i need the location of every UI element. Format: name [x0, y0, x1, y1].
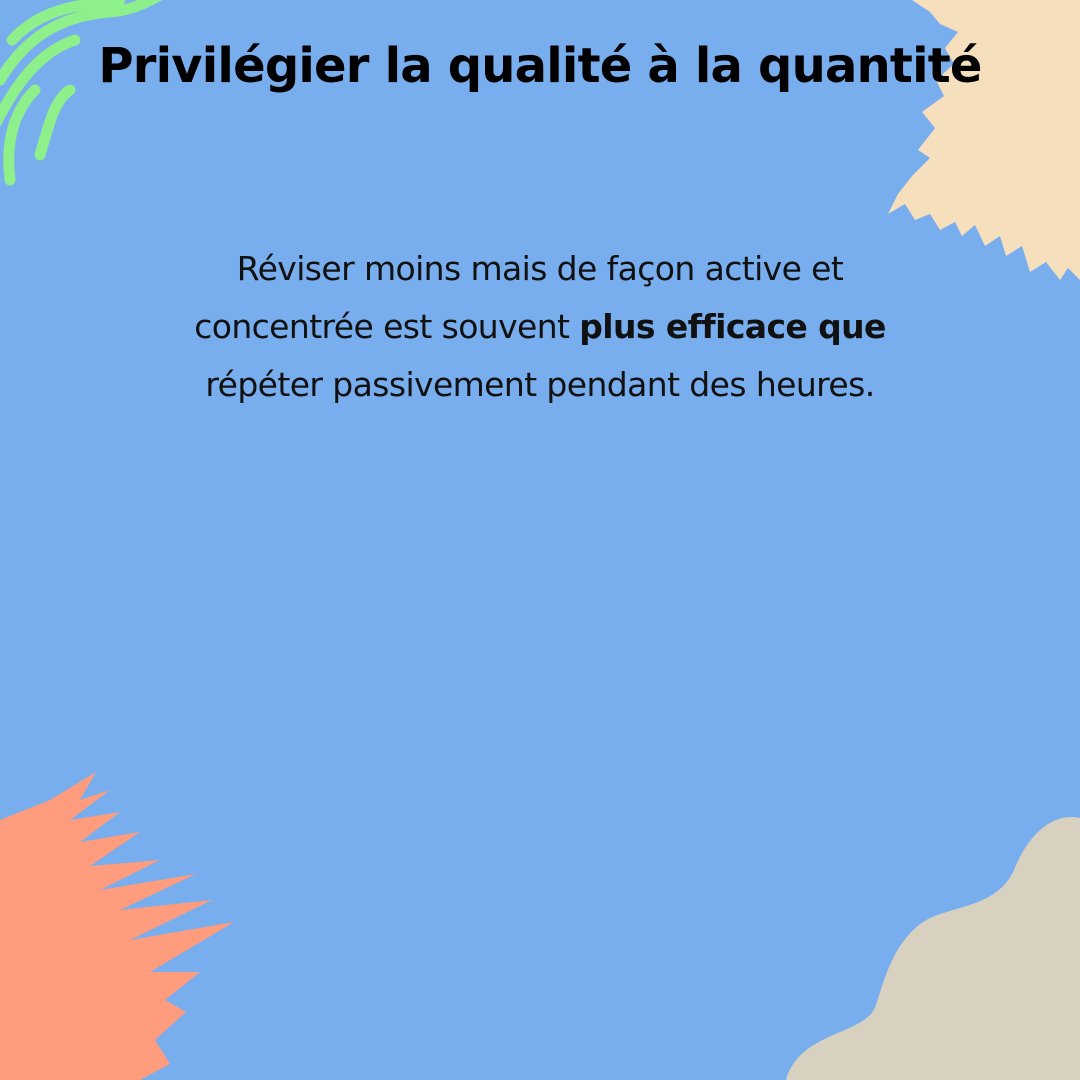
taupe-blob-icon — [786, 817, 1080, 1080]
body-text-emphasis: plus efficace que — [579, 307, 886, 346]
body-paragraph: Réviser moins mais de façon active et co… — [170, 240, 910, 414]
slide-canvas: Privilégier la qualité à la quantité Rév… — [0, 0, 1080, 1080]
body-text-part2: répéter passivement pendant des heures. — [205, 365, 875, 404]
page-title: Privilégier la qualité à la quantité — [98, 38, 982, 94]
